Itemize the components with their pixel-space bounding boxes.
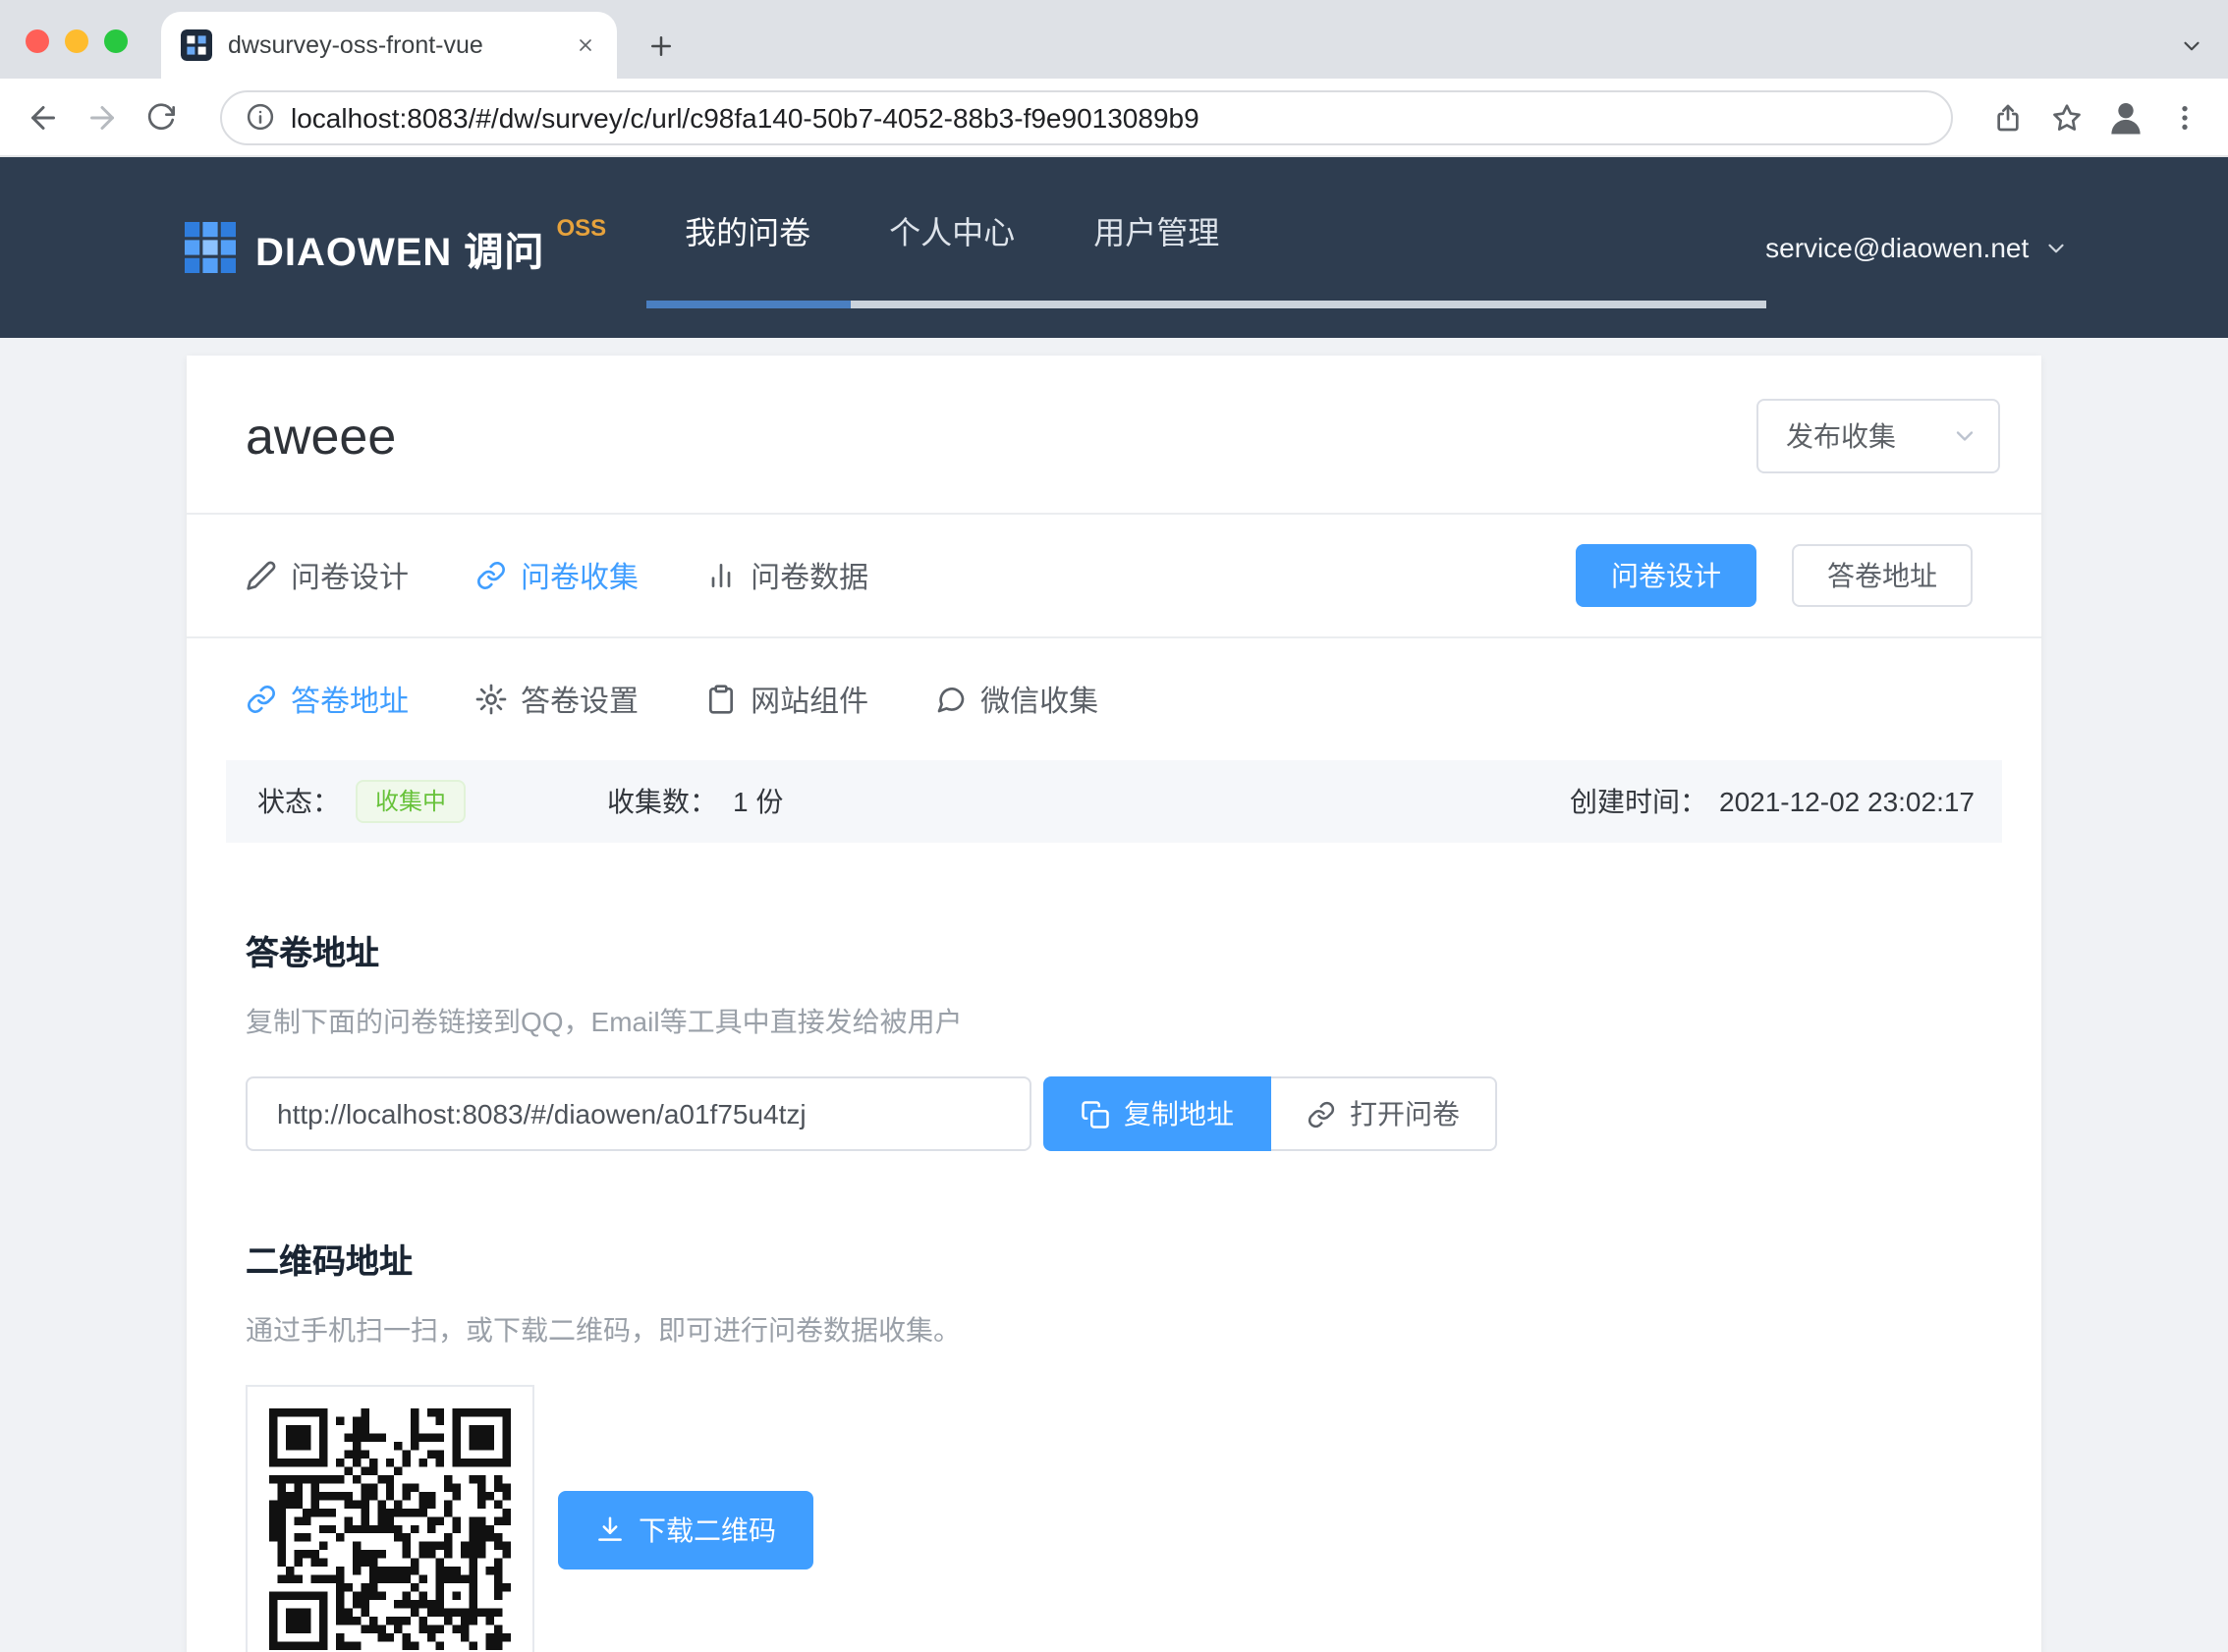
qr-description: 通过手机扫一扫，或下载二维码，即可进行问卷数据收集。: [246, 1310, 1982, 1349]
nav-label: 用户管理: [1093, 205, 1219, 252]
brand-oss-badge: OSS: [556, 214, 606, 242]
tab-title: dwsurvey-oss-front-vue: [228, 31, 568, 59]
window-controls: [26, 29, 128, 53]
address-bar[interactable]: localhost:8083/#/dw/survey/c/url/c98fa14…: [220, 89, 1953, 144]
tab-label: 问卷数据: [751, 555, 868, 596]
qr-section: 二维码地址 通过手机扫一扫，或下载二维码，即可进行问卷数据收集。 下载二维码: [187, 1234, 2041, 1652]
app-header: DIAOWEN 调问 OSS 我的问卷 个人中心 用户管理 service@di…: [0, 157, 2228, 338]
status-bar: 状态： 收集中 收集数： 1 份 创建时间： 2021-12-02 23:02:…: [226, 760, 2002, 843]
subtab-label: 微信收集: [980, 679, 1098, 720]
tab-survey-design[interactable]: 问卷设计: [246, 555, 409, 596]
chevron-down-icon: [1951, 422, 1978, 450]
open-survey-button[interactable]: 打开问卷: [1271, 1076, 1497, 1151]
select-value: 发布收集: [1786, 416, 1896, 456]
page-background: aweee 发布收集 问卷设计: [0, 338, 2228, 1652]
answer-url-section: 答卷地址 复制下面的问卷链接到QQ，Email等工具中直接发给被用户 复制地址: [187, 925, 2041, 1151]
nav-label: 我的问卷: [685, 205, 810, 252]
profile-button[interactable]: [2098, 89, 2153, 144]
created-time-value: 2021-12-02 23:02:17: [1719, 786, 1975, 817]
tab-label: 问卷设计: [291, 555, 409, 596]
created-time: 创建时间： 2021-12-02 23:02:17: [1570, 782, 1975, 821]
tab-search-chevron-icon[interactable]: [2179, 33, 2204, 59]
card-header: aweee 发布收集: [187, 356, 2041, 513]
tab-close-icon[interactable]: [568, 28, 601, 62]
tab-strip: dwsurvey-oss-front-vue: [0, 0, 2228, 79]
download-qr-button[interactable]: 下载二维码: [558, 1490, 813, 1569]
browser-tab[interactable]: dwsurvey-oss-front-vue: [161, 12, 617, 79]
url-text: localhost:8083/#/dw/survey/c/url/c98fa14…: [291, 101, 1199, 133]
nav-item-my-surveys[interactable]: 我的问卷: [645, 157, 850, 301]
new-tab-button[interactable]: [633, 18, 688, 73]
subtab-label: 网站组件: [751, 679, 868, 720]
answer-url-row: 复制地址 打开问卷: [246, 1076, 1982, 1151]
tab-survey-data[interactable]: 问卷数据: [705, 555, 868, 596]
reload-button[interactable]: [134, 89, 189, 144]
qr-heading: 二维码地址: [246, 1234, 1982, 1283]
survey-card: aweee 发布收集 问卷设计: [187, 356, 2041, 1652]
survey-design-button[interactable]: 问卷设计: [1576, 544, 1756, 607]
tab-survey-collect[interactable]: 问卷收集: [475, 555, 639, 596]
link-icon: [1307, 1099, 1336, 1129]
subtab-answer-url[interactable]: 答卷地址: [246, 679, 409, 720]
status-label: 状态：: [257, 782, 340, 821]
browser-toolbar: localhost:8083/#/dw/survey/c/url/c98fa14…: [0, 79, 2228, 157]
collect-count-label: 收集数：: [607, 782, 717, 821]
pencil-icon: [246, 560, 277, 591]
subtab-answer-settings[interactable]: 答卷设置: [475, 679, 639, 720]
publish-collect-select[interactable]: 发布收集: [1756, 399, 2000, 473]
bookmark-star-button[interactable]: [2039, 89, 2094, 144]
collect-subtab-row: 答卷地址 答卷设置 网站组件: [187, 638, 2041, 760]
subtab-label: 答卷地址: [291, 679, 409, 720]
collect-count-value: 1 份: [733, 782, 783, 821]
survey-tab-row: 问卷设计 问卷收集 问卷数据 问卷设计 答卷地址: [187, 515, 2041, 636]
zoom-window-button[interactable]: [104, 29, 128, 53]
main-nav: 我的问卷 个人中心 用户管理: [645, 157, 1765, 308]
collect-count: 收集数： 1 份: [607, 782, 783, 821]
diaowen-logo-icon: [185, 222, 236, 273]
gear-icon: [475, 684, 507, 715]
copy-icon: [1081, 1099, 1110, 1129]
forward-button[interactable]: [75, 89, 130, 144]
tab-favicon-icon: [181, 29, 212, 61]
browser-window: dwsurvey-oss-front-vue localhost:8083/#/…: [0, 0, 2228, 1652]
answer-url-description: 复制下面的问卷链接到QQ，Email等工具中直接发给被用户: [246, 1002, 1982, 1041]
tab-label: 问卷收集: [521, 555, 639, 596]
chevron-down-icon: [2042, 235, 2068, 260]
answer-url-heading: 答卷地址: [246, 925, 1982, 974]
qr-code: [246, 1385, 534, 1652]
download-qr-label: 下载二维码: [639, 1510, 776, 1549]
qr-row: 下载二维码: [246, 1385, 1982, 1652]
link-icon: [475, 560, 507, 591]
open-survey-label: 打开问卷: [1350, 1094, 1460, 1133]
share-button[interactable]: [1980, 89, 2035, 144]
nav-item-user-management[interactable]: 用户管理: [1054, 157, 1258, 301]
survey-title: aweee: [246, 406, 396, 467]
brand-logo[interactable]: DIAOWEN 调问 OSS: [185, 157, 606, 338]
user-email: service@diaowen.net: [1765, 232, 2029, 263]
nav-label: 个人中心: [889, 205, 1015, 252]
user-account-dropdown[interactable]: service@diaowen.net: [1765, 157, 2068, 338]
answer-url-input[interactable]: [246, 1076, 1031, 1151]
brand-name: DIAOWEN 调问: [255, 219, 544, 276]
status-badge: 收集中: [356, 780, 466, 823]
wechat-icon: [935, 684, 967, 715]
nav-item-personal-center[interactable]: 个人中心: [850, 157, 1054, 301]
url-button-group: 复制地址 打开问卷: [1043, 1076, 1497, 1151]
download-icon: [595, 1514, 625, 1544]
back-button[interactable]: [16, 89, 71, 144]
link-icon: [246, 684, 277, 715]
minimize-window-button[interactable]: [65, 29, 88, 53]
site-info-icon[interactable]: [246, 102, 275, 132]
close-window-button[interactable]: [26, 29, 49, 53]
widget-icon: [705, 684, 737, 715]
subtab-label: 答卷设置: [521, 679, 639, 720]
subtab-site-widget[interactable]: 网站组件: [705, 679, 868, 720]
browser-menu-button[interactable]: [2157, 89, 2212, 144]
created-time-label: 创建时间：: [1570, 782, 1707, 821]
copy-url-button[interactable]: 复制地址: [1043, 1076, 1271, 1151]
chart-icon: [705, 560, 737, 591]
copy-url-label: 复制地址: [1124, 1094, 1234, 1133]
subtab-wechat-collect[interactable]: 微信收集: [935, 679, 1098, 720]
answer-url-button[interactable]: 答卷地址: [1792, 544, 1973, 607]
